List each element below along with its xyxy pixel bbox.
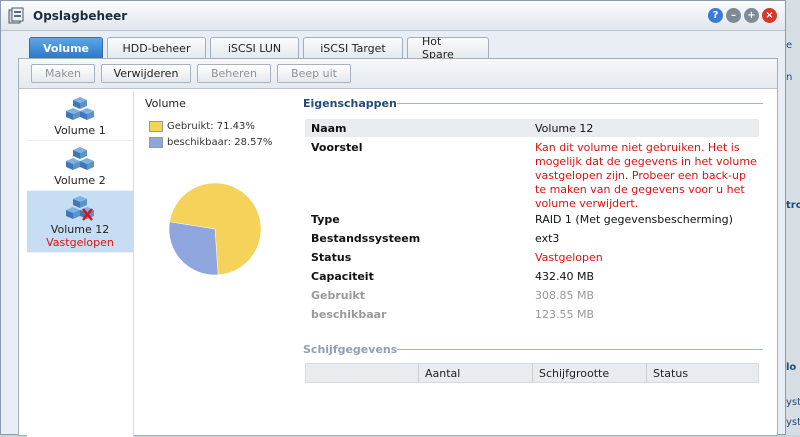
volume-label: Volume 12 [50,223,110,236]
volume-label: Volume 2 [54,174,106,187]
beep-off-button[interactable]: Beep uit [277,64,351,83]
prop-row-status: Status Vastgelopen [305,251,759,264]
volume-crashed-icon [66,196,94,221]
maximize-button[interactable]: + [744,8,759,23]
pie-chart [168,182,262,276]
prop-name-label: Naam [311,121,347,135]
side-text: e [786,40,793,51]
tab-hot-spare[interactable]: Hot Spare [407,35,489,61]
legend-swatch-available [149,137,163,148]
prop-type-value: RAID 1 (Met gegevensbescherming) [535,213,733,226]
tab-volume[interactable]: Volume [29,37,103,58]
disk-col-status[interactable]: Status [646,363,758,383]
properties-title: Eigenschappen [303,97,397,110]
side-text: lo [786,362,797,373]
prop-advice-value: Kan dit volume niet gebruiken. Het is mo… [535,141,757,210]
prop-available-value: 123.55 MB [535,308,595,321]
storage-manager-icon [8,7,24,23]
legend-used: Gebruikt: 71.43% [149,121,255,132]
tab-hdd-management[interactable]: HDD-beheer [107,37,206,58]
prop-used-label: Gebruikt [311,289,365,302]
title-bar[interactable]: Opslagbeheer ? – + × [1,1,785,31]
prop-type-label: Type [311,213,340,226]
prop-used-value: 308.85 MB [535,289,595,302]
side-text: tro [786,200,800,211]
legend-label-available: beschikbaar: 28.57% [167,137,273,148]
legend-available: beschikbaar: 28.57% [149,137,272,148]
prop-capacity-label: Capaciteit [311,270,374,283]
prop-row-name: Naam Volume 12 [305,119,759,137]
prop-status-label: Status [311,251,352,264]
prop-filesystem-value: ext3 [535,232,560,245]
prop-row-filesystem: Bestandssysteem ext3 [305,232,759,245]
legend-swatch-used [149,121,163,132]
volume-status: Vastgelopen [46,236,114,249]
volume-cubes-icon [66,147,94,170]
properties-divider [397,103,763,104]
disk-col-size[interactable]: Schijfgrootte [532,363,646,383]
prop-filesystem-label: Bestandssysteem [311,232,421,245]
tab-bar: Volume HDD-beheer iSCSI LUN iSCSI Target… [29,35,489,61]
toolbar: Maken Verwijderen Beheren Beep uit [19,59,777,89]
help-button[interactable]: ? [708,8,723,23]
minimize-button[interactable]: – [726,8,741,23]
disks-divider [397,349,763,350]
disk-col-count[interactable]: Aantal [418,363,532,383]
pie-slice-available [168,221,219,276]
volume-label: Volume 1 [54,124,106,137]
prop-capacity-value: 432.40 MB [535,270,595,283]
prop-row-available: beschikbaar 123.55 MB [305,308,759,321]
disks-title: Schijfgegevens [303,343,398,356]
background-window-edge: e n tro lo yst yst [786,0,800,435]
close-button[interactable]: × [762,8,777,23]
storage-manager-window: Opslagbeheer ? – + × Volume HDD-beheer i… [0,0,786,437]
prop-row-capacity: Capaciteit 432.40 MB [305,270,759,283]
create-button[interactable]: Maken [31,64,95,83]
tab-iscsi-lun[interactable]: iSCSI LUN [210,37,299,58]
side-text: yst [786,417,800,428]
delete-button[interactable]: Verwijderen [101,64,191,83]
prop-name-value: Volume 12 [535,121,594,135]
properties-section: Eigenschappen Naam Volume 12 Voorstel Ka… [303,91,765,437]
disk-col-blank[interactable] [306,363,418,383]
usage-chart: Volume Gebruikt: 71.43% beschikbaar: 28.… [139,91,289,431]
legend-label-used: Gebruikt: 71.43% [167,121,255,132]
prop-row-advice: Voorstel Kan dit volume niet gebruiken. … [305,141,759,211]
manage-button[interactable]: Beheren [197,64,271,83]
volume-item-12[interactable]: Volume 12 Vastgelopen [27,191,133,253]
tab-iscsi-target[interactable]: iSCSI Target [303,37,403,58]
prop-advice-label: Voorstel [311,141,363,154]
volume-panel: Maken Verwijderen Beheren Beep uit Volum… [18,58,778,437]
prop-status-value: Vastgelopen [535,251,603,264]
volume-item-1[interactable]: Volume 1 [27,91,133,141]
chart-title: Volume [145,97,186,110]
disk-table-header: Aantal Schijfgrootte Status [305,363,759,383]
side-text: n [786,72,793,83]
volume-cubes-icon [66,97,94,120]
prop-row-used: Gebruikt 308.85 MB [305,289,759,302]
side-text: yst [786,397,800,408]
prop-available-label: beschikbaar [311,308,387,321]
prop-row-type: Type RAID 1 (Met gegevensbescherming) [305,213,759,226]
window-title: Opslagbeheer [33,8,128,23]
volume-list: Volume 1 Volume 2 Volume 12 Vastgelopen [27,91,134,437]
volume-item-2[interactable]: Volume 2 [27,141,133,191]
